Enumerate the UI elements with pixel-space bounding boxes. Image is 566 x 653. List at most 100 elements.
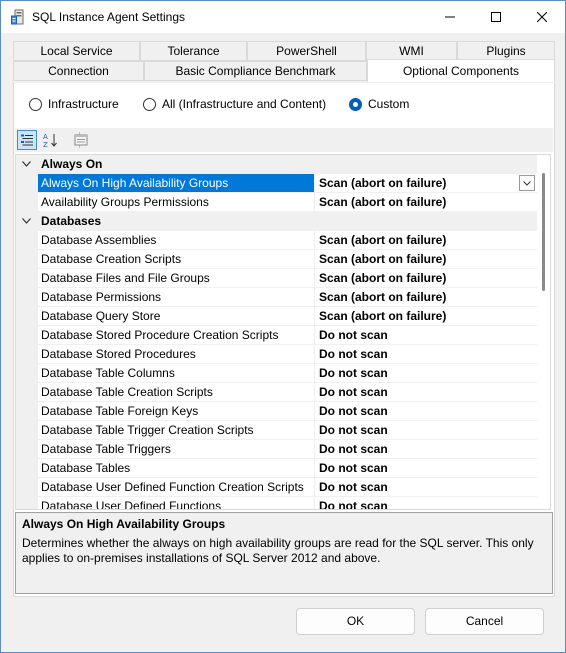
property-value[interactable]: Do not scan — [315, 364, 537, 383]
row-margin — [16, 174, 38, 193]
maximize-icon — [491, 12, 501, 22]
alphabetical-button[interactable]: A Z — [40, 130, 60, 150]
radio-button-icon — [29, 97, 42, 111]
property-value[interactable]: Do not scan — [315, 478, 537, 497]
property-row[interactable]: Database Table Foreign Keys Do not scan — [16, 402, 537, 421]
maximize-button[interactable] — [473, 1, 519, 33]
ok-button[interactable]: OK — [296, 608, 415, 635]
property-value[interactable]: Do not scan — [315, 402, 537, 421]
property-value[interactable]: Scan (abort on failure) — [315, 307, 537, 326]
property-value-select[interactable]: Scan (abort on failure) — [315, 174, 537, 193]
row-margin — [16, 459, 38, 478]
tab-optional-components[interactable]: Optional Components — [367, 59, 555, 82]
radio-label: Infrastructure — [48, 97, 119, 111]
property-pages-button[interactable] — [71, 130, 91, 150]
radio-button-icon — [143, 97, 156, 111]
property-row[interactable]: Database User Defined Function Creation … — [16, 478, 537, 497]
category-row[interactable]: Always On — [16, 155, 537, 174]
property-value[interactable]: Do not scan — [315, 345, 537, 364]
property-name[interactable]: Database Stored Procedure Creation Scrip… — [38, 326, 315, 345]
categorized-icon — [21, 134, 33, 146]
property-name[interactable]: Database Permissions — [38, 288, 315, 307]
property-value[interactable]: Scan (abort on failure) — [315, 193, 537, 212]
property-name[interactable]: Database Table Columns — [38, 364, 315, 383]
chevron-down-icon[interactable] — [22, 218, 31, 224]
category-margin — [16, 155, 38, 174]
property-value[interactable]: Scan (abort on failure) — [315, 250, 537, 269]
row-margin — [16, 421, 38, 440]
property-row[interactable]: Database Creation Scripts Scan (abort on … — [16, 250, 537, 269]
row-margin — [16, 231, 38, 250]
property-row[interactable]: Database Table Columns Do not scan — [16, 364, 537, 383]
property-row[interactable]: Database Table Creation Scripts Do not sc… — [16, 383, 537, 402]
property-value[interactable]: Do not scan — [315, 497, 537, 509]
category-label: Always On — [41, 157, 103, 171]
tab-basic-compliance-benchmark[interactable]: Basic Compliance Benchmark — [144, 61, 367, 81]
title-bar[interactable]: SQL Instance Agent Settings — [1, 1, 565, 33]
property-row[interactable]: Database Permissions Scan (abort on failu… — [16, 288, 537, 307]
property-name[interactable]: Database Assemblies — [38, 231, 315, 250]
category-row[interactable]: Databases — [16, 212, 537, 231]
minimize-icon — [445, 16, 455, 18]
radio-custom[interactable]: Custom — [349, 97, 409, 111]
property-name[interactable]: Database Query Store — [38, 307, 315, 326]
property-name[interactable]: Always On High Availability Groups — [38, 174, 315, 193]
property-name[interactable]: Database Table Creation Scripts — [38, 383, 315, 402]
property-name[interactable]: Database Stored Procedures — [38, 345, 315, 364]
property-row[interactable]: Availability Groups Permissions Scan (ab… — [16, 193, 537, 212]
property-row[interactable]: Database Query Store Scan (abort on failu… — [16, 307, 537, 326]
property-row[interactable]: Database User Defined Functions Do not sc… — [16, 497, 537, 509]
property-row[interactable]: Database Tables Do not scan — [16, 459, 537, 478]
property-value[interactable]: Do not scan — [315, 421, 537, 440]
value-dropdown-button[interactable] — [519, 175, 535, 191]
property-row[interactable]: Database Stored Procedure Creation Scrip… — [16, 326, 537, 345]
property-row[interactable]: Database Files and File Groups Scan (abor… — [16, 269, 537, 288]
tab-powershell[interactable]: PowerShell — [247, 41, 366, 61]
tab-wmi[interactable]: WMI — [366, 41, 457, 61]
radio-selected-icon — [349, 97, 362, 111]
property-row[interactable]: Database Stored Procedures Do not scan — [16, 345, 537, 364]
property-row[interactable]: Always On High Availability Groups Scan … — [16, 174, 537, 193]
property-row[interactable]: Database Assemblies Scan (abort on failur… — [16, 231, 537, 250]
property-value[interactable]: Do not scan — [315, 459, 537, 478]
property-value[interactable]: Scan (abort on failure) — [315, 269, 537, 288]
radio-label: All (Infrastructure and Content) — [162, 97, 327, 111]
property-grid[interactable]: Always On Always On High Availability Gr… — [15, 154, 551, 510]
property-value[interactable]: Do not scan — [315, 326, 537, 345]
property-value[interactable]: Scan (abort on failure) — [315, 288, 537, 307]
radio-infrastructure[interactable]: Infrastructure — [29, 97, 119, 111]
minimize-button[interactable] — [427, 1, 473, 33]
property-name[interactable]: Database Creation Scripts — [38, 250, 315, 269]
property-row[interactable]: Database Table Triggers Do not scan — [16, 440, 537, 459]
property-name[interactable]: Database Table Foreign Keys — [38, 402, 315, 421]
property-row[interactable]: Database Table Trigger Creation Scripts D… — [16, 421, 537, 440]
property-value[interactable]: Do not scan — [315, 383, 537, 402]
row-margin — [16, 402, 38, 421]
categorized-button[interactable] — [17, 130, 37, 150]
scrollbar-thumb[interactable] — [542, 173, 545, 291]
property-name[interactable]: Database Table Triggers — [38, 440, 315, 459]
property-pages-icon — [74, 134, 88, 146]
property-name[interactable]: Database Tables — [38, 459, 315, 478]
tab-tolerance[interactable]: Tolerance — [140, 41, 247, 61]
window-title: SQL Instance Agent Settings — [32, 10, 185, 24]
property-value: Scan (abort on failure) — [319, 176, 447, 190]
property-grid-toolbar: A Z — [15, 128, 553, 152]
row-margin — [16, 383, 38, 402]
property-name[interactable]: Database Table Trigger Creation Scripts — [38, 421, 315, 440]
property-value[interactable]: Scan (abort on failure) — [315, 231, 537, 250]
property-value[interactable]: Do not scan — [315, 440, 537, 459]
property-name[interactable]: Database User Defined Function Creation … — [38, 478, 315, 497]
radio-all[interactable]: All (Infrastructure and Content) — [143, 97, 326, 111]
property-name[interactable]: Availability Groups Permissions — [38, 193, 315, 212]
cancel-button[interactable]: Cancel — [425, 608, 544, 635]
tab-connection[interactable]: Connection — [13, 61, 144, 81]
vertical-scrollbar[interactable] — [537, 155, 550, 509]
row-margin — [16, 269, 38, 288]
property-name[interactable]: Database User Defined Functions — [38, 497, 315, 509]
tab-local-service[interactable]: Local Service — [13, 41, 140, 61]
tab-plugins[interactable]: Plugins — [457, 41, 555, 61]
close-button[interactable] — [519, 1, 565, 33]
chevron-down-icon[interactable] — [22, 161, 31, 167]
property-name[interactable]: Database Files and File Groups — [38, 269, 315, 288]
